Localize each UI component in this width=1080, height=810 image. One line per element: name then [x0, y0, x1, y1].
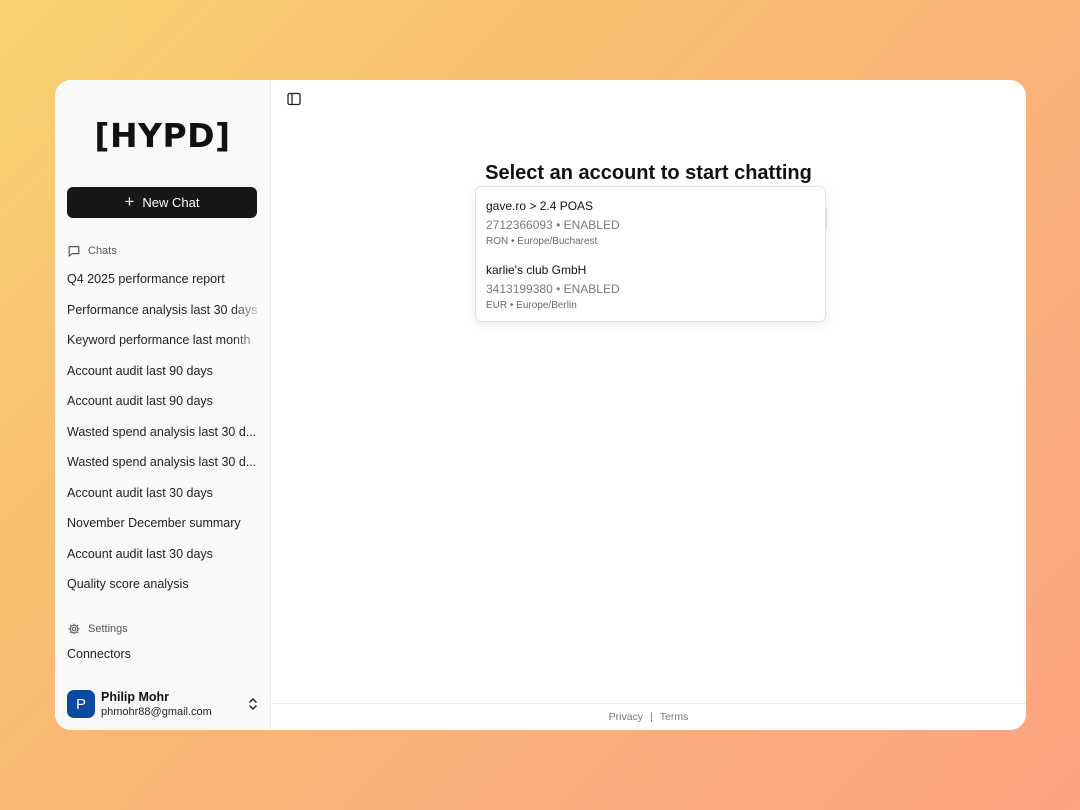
chat-list-item[interactable]: Quality score analysis: [55, 569, 270, 600]
avatar: P: [67, 690, 95, 718]
account-id-status: 2712366093 • ENABLED: [486, 218, 620, 232]
account-currency-timezone: EUR • Europe/Berlin: [486, 300, 577, 311]
app-window: [HYPD] + New Chat Chats Q4 2025 performa…: [55, 80, 1026, 730]
new-chat-button[interactable]: + New Chat: [67, 187, 257, 218]
user-info: Philip Mohr phmohr88@gmail.com: [101, 690, 212, 719]
account-option[interactable]: karlie's club GmbH 3413199380 • ENABLED …: [476, 262, 825, 326]
chat-list-item[interactable]: Performance analysis last 30 days: [55, 294, 270, 326]
chat-list: Q4 2025 performance report Performance a…: [55, 264, 270, 600]
chat-list-item[interactable]: Wasted spend analysis last 30 d...: [55, 447, 270, 478]
settings-heading-label: Settings: [88, 623, 128, 635]
privacy-link[interactable]: Privacy: [609, 711, 643, 723]
chat-list-item[interactable]: Wasted spend analysis last 30 d...: [55, 417, 270, 448]
new-chat-label: New Chat: [142, 195, 200, 210]
footer-separator: |: [650, 711, 653, 723]
chat-list-item[interactable]: Account audit last 90 days: [55, 356, 270, 387]
sidebar-panel-icon[interactable]: [286, 91, 302, 107]
gear-icon: [68, 623, 80, 635]
plus-icon: +: [124, 192, 135, 211]
chats-heading-label: Chats: [88, 245, 117, 257]
chat-list-item[interactable]: Account audit last 90 days: [55, 386, 270, 417]
account-option[interactable]: gave.ro > 2.4 POAS 2712366093 • ENABLED …: [476, 198, 825, 262]
chat-list-item[interactable]: Account audit last 30 days: [55, 478, 270, 509]
page-title: Select an account to start chatting: [485, 162, 812, 184]
chat-list-item[interactable]: Account audit last 30 days: [55, 539, 270, 570]
connectors-link[interactable]: Connectors: [67, 647, 131, 661]
chats-heading: Chats: [67, 244, 117, 258]
user-name: Philip Mohr: [101, 689, 170, 704]
chat-list-item[interactable]: Q4 2025 performance report: [55, 264, 270, 295]
account-currency-timezone: RON • Europe/Bucharest: [486, 236, 598, 247]
app-logo: [HYPD]: [94, 116, 231, 155]
terms-link[interactable]: Terms: [660, 711, 689, 723]
chat-bubble-icon: [68, 246, 80, 257]
chevron-up-down-icon[interactable]: [247, 696, 259, 712]
account-id-status: 3413199380 • ENABLED: [486, 282, 620, 296]
account-name: karlie's club GmbH: [486, 263, 587, 277]
user-menu[interactable]: P Philip Mohr phmohr88@gmail.com: [67, 689, 259, 719]
settings-heading: Settings: [67, 622, 128, 636]
footer: Privacy | Terms: [271, 703, 1026, 730]
account-name: gave.ro > 2.4 POAS: [486, 199, 594, 213]
account-dropdown: gave.ro > 2.4 POAS 2712366093 • ENABLED …: [475, 186, 826, 322]
sidebar: [HYPD] + New Chat Chats Q4 2025 performa…: [55, 80, 271, 730]
main-panel: Select an account to start chatting gave…: [271, 80, 1026, 730]
chat-list-item[interactable]: November December summary: [55, 508, 270, 539]
chat-list-item[interactable]: Keyword performance last month: [55, 325, 270, 356]
user-email: phmohr88@gmail.com: [101, 705, 212, 718]
